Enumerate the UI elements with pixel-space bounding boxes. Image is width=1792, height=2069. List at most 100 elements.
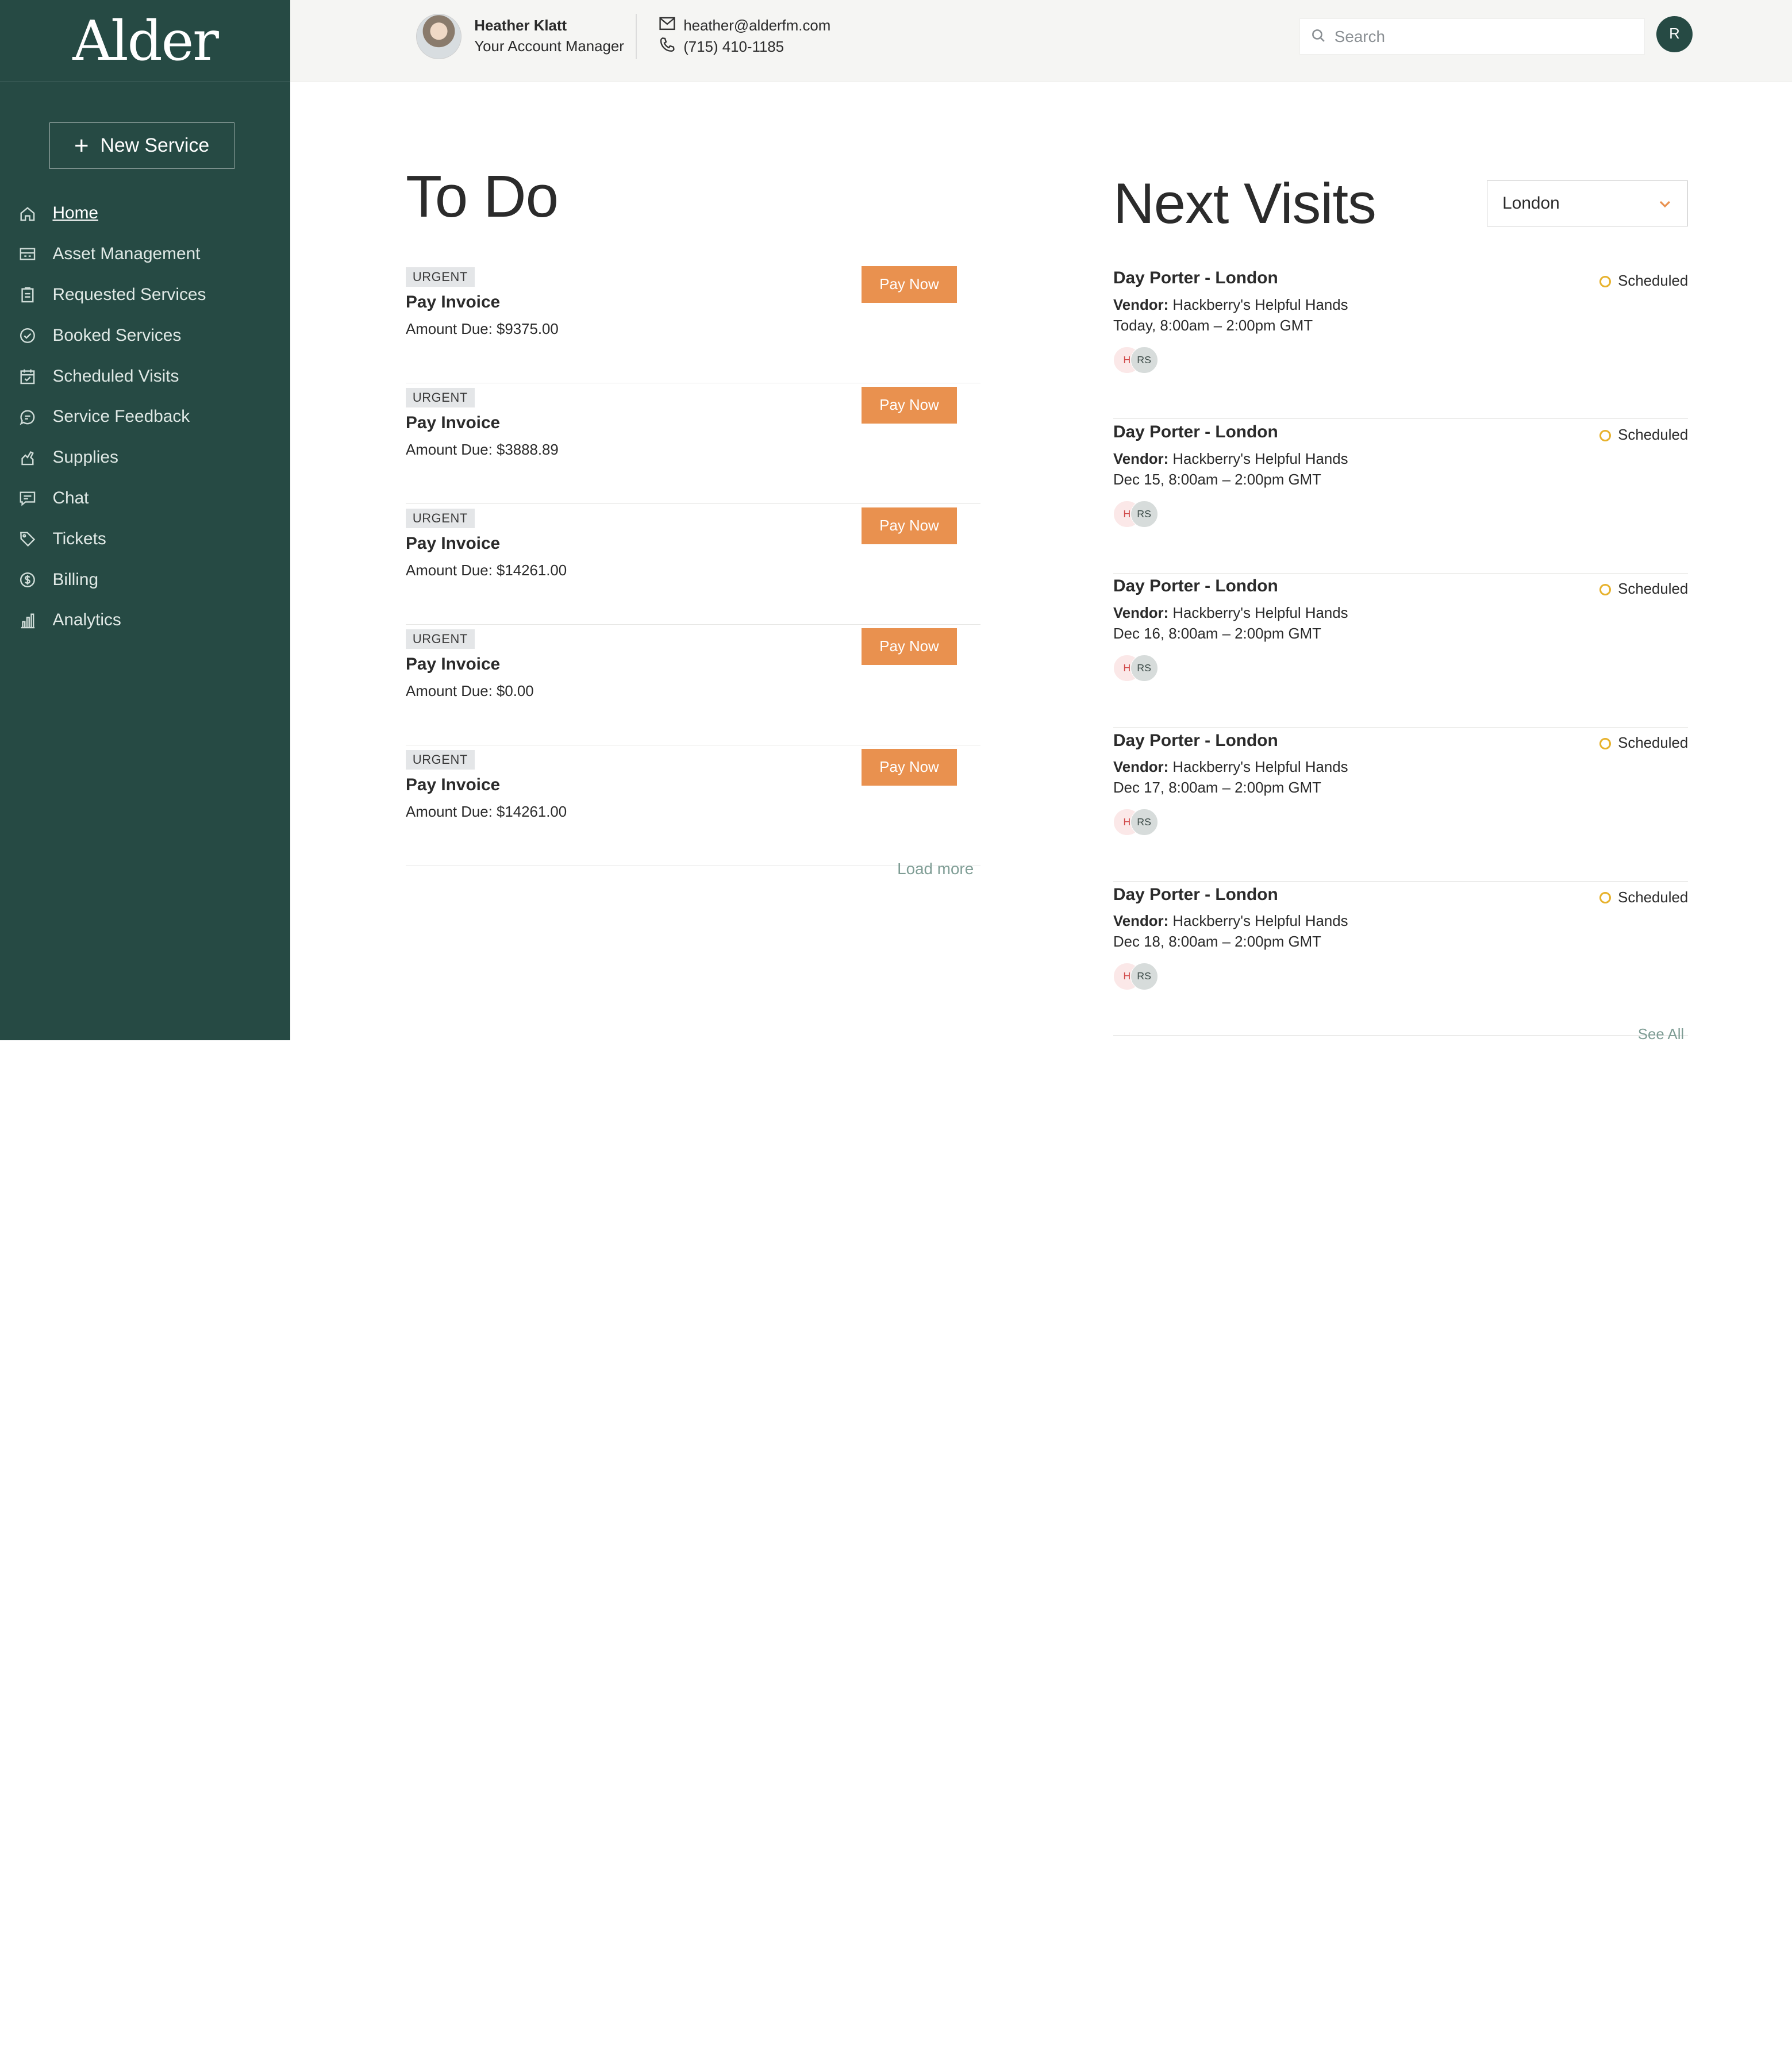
load-more-link[interactable]: Load more xyxy=(897,860,974,878)
pay-now-button[interactable]: Pay Now xyxy=(862,266,957,303)
new-service-label: New Service xyxy=(100,134,210,157)
status-badge: Scheduled xyxy=(1599,427,1688,444)
assignee-chip: RS xyxy=(1130,808,1158,836)
todo-item-amount: Amount Due: $3888.89 xyxy=(405,441,559,458)
calendar-check-icon xyxy=(18,367,37,386)
sidebar-item-requested-services[interactable]: Requested Services xyxy=(0,275,290,316)
sidebar-item-billing[interactable]: Billing xyxy=(0,559,290,600)
search-input[interactable] xyxy=(1334,27,1632,46)
visit-title: Day Porter - London xyxy=(1113,268,1278,288)
urgent-badge: URGENT xyxy=(405,388,475,408)
sidebar-item-tickets[interactable]: Tickets xyxy=(0,518,290,559)
pay-now-button[interactable]: Pay Now xyxy=(862,387,957,424)
visit-item[interactable]: Day Porter - London Vendor: Hackberry's … xyxy=(1113,574,1689,728)
status-badge: Scheduled xyxy=(1599,581,1688,598)
sidebar-nav: Home Asset Management Requested Services… xyxy=(0,193,290,641)
logo[interactable]: Alder xyxy=(0,0,291,83)
sidebar-item-label: Requested Services xyxy=(52,285,206,305)
tag-icon xyxy=(18,530,37,548)
todo-title: To Do xyxy=(405,163,559,230)
dollar-icon xyxy=(18,571,37,589)
assignee-chips: H RS xyxy=(1113,500,1158,528)
sidebar-item-analytics[interactable]: Analytics xyxy=(0,600,290,641)
plus-icon: + xyxy=(74,131,89,160)
visit-vendor: Vendor: Hackberry's Helpful Hands xyxy=(1113,913,1348,930)
sidebar-item-home[interactable]: Home xyxy=(0,193,290,234)
email-link[interactable]: heather@alderfm.com xyxy=(683,16,830,37)
todo-item-amount: Amount Due: $14261.00 xyxy=(405,562,567,579)
sidebar-item-chat[interactable]: Chat xyxy=(0,478,290,519)
sidebar-item-label: Billing xyxy=(52,570,99,589)
visit-vendor: Vendor: Hackberry's Helpful Hands xyxy=(1113,451,1348,468)
phone-row[interactable]: (715) 410-1185 xyxy=(659,37,830,59)
email-row[interactable]: heather@alderfm.com xyxy=(659,16,830,37)
phone-link[interactable]: (715) 410-1185 xyxy=(683,37,784,58)
todo-list: URGENT Pay Invoice Amount Due: $9375.00 … xyxy=(405,263,981,867)
chevron-down-icon xyxy=(1658,194,1672,213)
vendor-label: Vendor: xyxy=(1113,297,1169,314)
status-label: Scheduled xyxy=(1618,581,1689,598)
visit-item[interactable]: Day Porter - London Vendor: Hackberry's … xyxy=(1113,882,1689,1036)
vendor-name: Hackberry's Helpful Hands xyxy=(1172,451,1348,468)
pay-now-button[interactable]: Pay Now xyxy=(862,507,957,544)
sidebar: Alder + New Service Home Asset Managemen… xyxy=(0,0,291,1040)
visit-title: Day Porter - London xyxy=(1113,884,1278,904)
todo-item: URGENT Pay Invoice Amount Due: $3888.89 … xyxy=(405,383,981,505)
vendor-name: Hackberry's Helpful Hands xyxy=(1172,605,1348,622)
urgent-badge: URGENT xyxy=(405,267,475,287)
status-dot-icon xyxy=(1599,892,1612,903)
todo-item-amount: Amount Due: $14261.00 xyxy=(405,803,567,820)
assignee-chip: RS xyxy=(1130,654,1158,682)
sidebar-item-label: Supplies xyxy=(52,448,118,467)
vendor-name: Hackberry's Helpful Hands xyxy=(1172,759,1348,776)
todo-item-amount: Amount Due: $0.00 xyxy=(405,683,534,699)
todo-item-title: Pay Invoice xyxy=(405,775,501,795)
visits-list: Day Porter - London Vendor: Hackberry's … xyxy=(1113,265,1689,1036)
sidebar-item-label: Home xyxy=(52,203,99,223)
visit-title: Day Porter - London xyxy=(1113,422,1278,442)
see-all-link[interactable]: See All xyxy=(1638,1026,1684,1043)
account-manager: Heather Klatt Your Account Manager xyxy=(416,13,624,60)
sidebar-item-scheduled-visits[interactable]: Scheduled Visits xyxy=(0,356,290,397)
sidebar-item-label: Chat xyxy=(52,489,89,508)
assignee-chips: H RS xyxy=(1113,346,1158,374)
status-badge: Scheduled xyxy=(1599,735,1688,752)
vendor-label: Vendor: xyxy=(1113,759,1169,776)
sidebar-item-label: Booked Services xyxy=(52,325,182,345)
visit-title: Day Porter - London xyxy=(1113,730,1278,750)
vendor-name: Hackberry's Helpful Hands xyxy=(1172,297,1348,314)
home-icon xyxy=(18,205,37,223)
assignee-chips: H RS xyxy=(1113,962,1158,990)
account-manager-name: Heather Klatt xyxy=(474,17,567,34)
sidebar-item-label: Service Feedback xyxy=(52,407,190,426)
visit-item[interactable]: Day Porter - London Vendor: Hackberry's … xyxy=(1113,419,1689,574)
sidebar-item-label: Analytics xyxy=(52,610,121,630)
sidebar-item-asset-management[interactable]: Asset Management xyxy=(0,234,290,275)
next-visits-title: Next Visits xyxy=(1113,172,1376,236)
pay-now-button[interactable]: Pay Now xyxy=(862,628,957,665)
todo-item: URGENT Pay Invoice Amount Due: $0.00 Pay… xyxy=(405,625,981,746)
sidebar-item-booked-services[interactable]: Booked Services xyxy=(0,315,290,356)
sidebar-item-service-feedback[interactable]: Service Feedback xyxy=(0,397,290,437)
urgent-badge: URGENT xyxy=(405,629,475,649)
pay-now-button[interactable]: Pay Now xyxy=(862,749,957,786)
visit-time: Dec 17, 8:00am – 2:00pm GMT xyxy=(1113,780,1321,797)
todo-item: URGENT Pay Invoice Amount Due: $9375.00 … xyxy=(405,263,981,384)
contact-info: heather@alderfm.com (715) 410-1185 xyxy=(659,16,830,59)
visit-vendor: Vendor: Hackberry's Helpful Hands xyxy=(1113,605,1348,622)
check-circle-icon xyxy=(18,326,37,345)
visit-item[interactable]: Day Porter - London Vendor: Hackberry's … xyxy=(1113,265,1689,420)
clipboard-icon xyxy=(18,286,37,304)
todo-item-title: Pay Invoice xyxy=(405,534,501,553)
location-select[interactable]: London xyxy=(1487,180,1689,226)
chat-icon xyxy=(18,489,37,507)
mail-icon xyxy=(659,16,675,37)
vendor-label: Vendor: xyxy=(1113,451,1169,468)
sidebar-item-supplies[interactable]: Supplies xyxy=(0,437,290,478)
search-icon xyxy=(1312,26,1325,47)
search-box[interactable] xyxy=(1299,18,1645,55)
new-service-button[interactable]: + New Service xyxy=(49,122,234,170)
visit-item[interactable]: Day Porter - London Vendor: Hackberry's … xyxy=(1113,728,1689,882)
user-avatar[interactable]: R xyxy=(1656,16,1693,53)
top-bar: Heather Klatt Your Account Manager heath… xyxy=(290,0,1792,83)
